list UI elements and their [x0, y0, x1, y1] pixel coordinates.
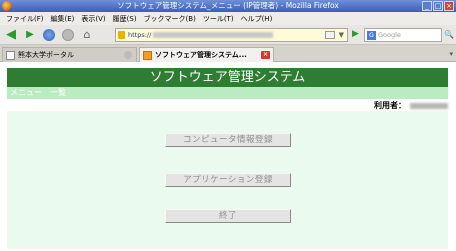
- page-title: ソフトウェア管理システム: [7, 68, 448, 87]
- home-icon[interactable]: ⌂: [79, 27, 95, 43]
- menu-view[interactable]: 表示(V): [81, 14, 105, 24]
- user-name-redacted: [410, 102, 448, 109]
- user-info: 利用者：: [374, 101, 448, 111]
- page-content: ソフトウェア管理システム メニュー 一覧 利用者： コンピュータ情報登録 アプリ…: [0, 62, 456, 251]
- tab-bar: 熊本大学ポータル ソフトウェア管理システム... × ▾: [0, 45, 456, 62]
- tab-software-management[interactable]: ソフトウェア管理システム... ×: [139, 47, 274, 62]
- computer-info-register-button[interactable]: コンピュータ情報登録: [165, 133, 291, 147]
- address-bar[interactable]: https:// ▼: [115, 28, 348, 42]
- reload-button[interactable]: [41, 27, 57, 43]
- reload-icon: [43, 28, 55, 41]
- tab-kumamoto-portal[interactable]: 熊本大学ポータル: [2, 47, 137, 62]
- window-controls: _ □ ×: [422, 1, 454, 11]
- menu-bar: ファイル(F) 編集(E) 表示(V) 履歴(S) ブックマーク(B) ツール(…: [0, 12, 456, 25]
- tab-close-icon[interactable]: [124, 51, 132, 59]
- menu-file[interactable]: ファイル(F): [6, 14, 44, 24]
- user-label: 利用者：: [374, 101, 406, 110]
- maximize-button[interactable]: □: [433, 1, 443, 11]
- exit-button[interactable]: 終了: [165, 209, 291, 223]
- window-title: ソフトウェア管理システム_メニュー (IP管理者) - Mozilla Fire…: [117, 1, 339, 10]
- page-favicon-icon: [143, 51, 152, 60]
- google-icon[interactable]: G: [367, 31, 376, 40]
- menu-help[interactable]: ヘルプ(H): [241, 14, 273, 24]
- firefox-icon: [2, 1, 12, 11]
- menu-edit[interactable]: 編集(E): [51, 14, 75, 24]
- tab-label: ソフトウェア管理システム...: [155, 51, 247, 59]
- minimize-button[interactable]: _: [422, 1, 432, 11]
- url-prefix: https://: [128, 31, 152, 39]
- menu-tools[interactable]: ツール(T): [203, 14, 234, 24]
- tab-label: 熊本大学ポータル: [18, 51, 74, 59]
- menu-bookmarks[interactable]: ブックマーク(B): [144, 14, 196, 24]
- tab-list-arrow-icon[interactable]: ▾: [449, 50, 453, 58]
- menu-list-heading: メニュー 一覧: [7, 87, 448, 99]
- search-placeholder: Google: [378, 31, 401, 39]
- back-arrow-icon[interactable]: ◀: [3, 27, 19, 43]
- search-icon[interactable]: 🔍: [444, 30, 454, 39]
- site-identity-icon[interactable]: [325, 31, 335, 39]
- navigation-toolbar: ◀ ▶ ⌂ https:// ▼ ▶ G Google 🔍: [0, 25, 456, 45]
- page-favicon-icon: [6, 51, 15, 60]
- menu-history[interactable]: 履歴(S): [113, 14, 137, 24]
- dropdown-arrow-icon[interactable]: ▼: [339, 29, 344, 41]
- lock-icon: [118, 31, 125, 39]
- url-redacted: [153, 32, 274, 38]
- close-window-button[interactable]: ×: [444, 1, 454, 11]
- stop-icon: [62, 28, 74, 41]
- window-titlebar: ソフトウェア管理システム_メニュー (IP管理者) - Mozilla Fire…: [0, 0, 456, 12]
- application-register-button[interactable]: アプリケーション登録: [165, 173, 291, 187]
- search-box[interactable]: G Google: [364, 28, 442, 42]
- tab-close-icon[interactable]: ×: [261, 51, 270, 59]
- go-button-icon[interactable]: ▶: [352, 29, 359, 39]
- menu-area: コンピュータ情報登録 アプリケーション登録 終了: [7, 111, 448, 249]
- stop-button[interactable]: [60, 27, 76, 43]
- forward-arrow-icon[interactable]: ▶: [22, 27, 38, 43]
